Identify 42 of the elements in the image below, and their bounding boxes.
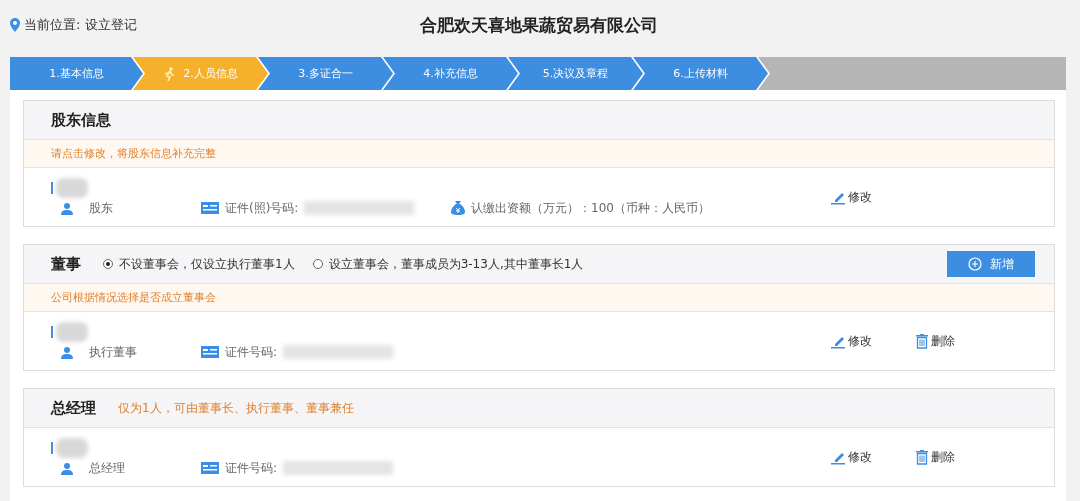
id-label: 证件号码: — [225, 459, 278, 477]
role-text: 总经理 — [89, 459, 125, 477]
marker-bar — [51, 181, 53, 194]
section-note: 仅为1人，可由董事长、执行董事、董事兼任 — [118, 399, 354, 417]
notice-text: 公司根据情况选择是否成立董事会 — [24, 284, 1054, 312]
marker-bar — [51, 325, 53, 338]
id-card-icon — [201, 202, 219, 214]
marker-bar — [51, 441, 53, 454]
section-title: 总经理 — [51, 398, 96, 418]
capital-text: 认缴出资额（万元）：100（币种：人民币） — [471, 199, 710, 217]
notice-text: 请点击修改，将股东信息补充完整 — [24, 140, 1054, 168]
redacted-name — [56, 177, 88, 198]
id-card-icon — [201, 346, 219, 358]
option-label[interactable]: 不设董事会，仅设立执行董事1人 — [119, 255, 295, 273]
section-title: 股东信息 — [51, 110, 111, 130]
edit-link[interactable]: 修改 — [831, 188, 872, 206]
edit-link[interactable]: 修改 — [831, 332, 872, 350]
radio-button[interactable] — [312, 259, 323, 269]
delete-link[interactable]: 删除 — [916, 332, 955, 350]
id-label: 证件(照)号码: — [225, 199, 299, 217]
trash-icon — [916, 449, 928, 465]
company-title: 合肥欢天喜地果蔬贸易有限公司 — [420, 13, 658, 37]
person-icon — [61, 345, 73, 359]
trash-icon — [916, 333, 928, 349]
role-text: 执行董事 — [89, 343, 137, 361]
edit-link[interactable]: 修改 — [831, 448, 872, 466]
delete-link[interactable]: 删除 — [916, 448, 955, 466]
plus-circle-icon — [968, 257, 982, 271]
person-icon — [61, 461, 73, 475]
location-pin-icon — [10, 18, 20, 32]
money-bag-icon — [451, 201, 465, 215]
radio-button[interactable] — [103, 259, 113, 269]
redacted-name — [56, 321, 88, 342]
id-label: 证件号码: — [225, 343, 278, 361]
person-icon — [61, 201, 73, 215]
redacted-name — [56, 437, 88, 458]
running-person-icon — [163, 66, 176, 81]
section-title: 董事 — [51, 254, 81, 274]
role-text: 股东 — [89, 199, 113, 217]
id-card-icon — [201, 462, 219, 474]
breadcrumb-text: 当前位置: 设立登记 — [24, 16, 137, 34]
option-label[interactable]: 设立董事会，董事成员为3-13人,其中董事长1人 — [328, 255, 584, 273]
